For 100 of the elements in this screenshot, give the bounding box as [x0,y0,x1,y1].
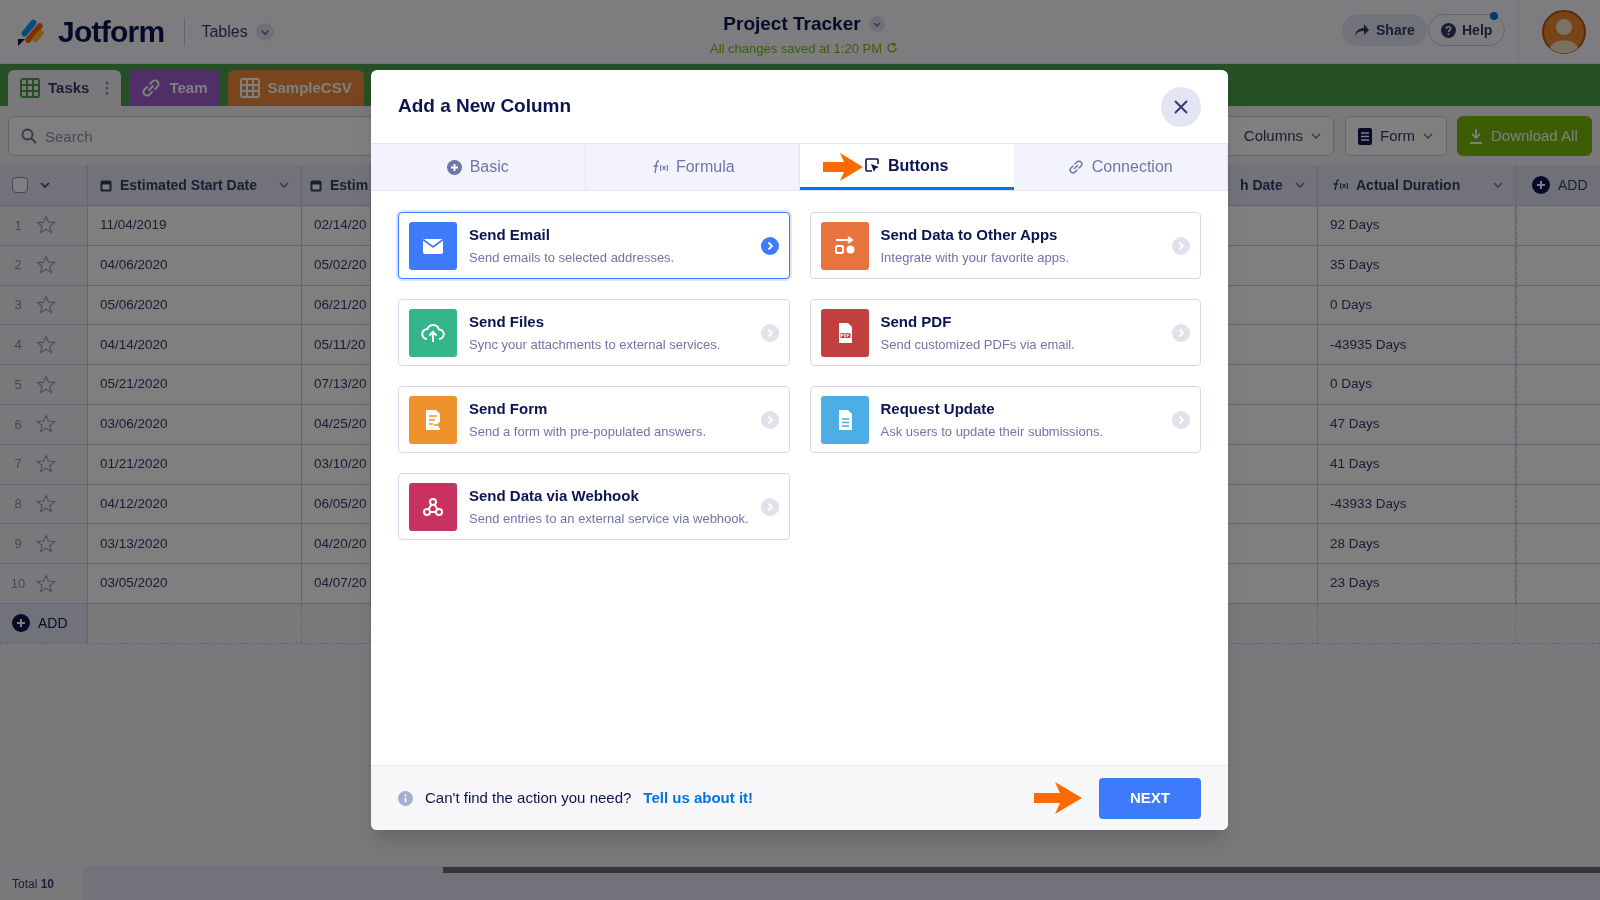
close-icon [1173,98,1189,115]
table-cell-text: 05/06/2020 [100,295,168,314]
table-cell-text: 35 Days [1330,256,1380,275]
star-icon[interactable] [36,334,56,355]
action-title: Send Data via Webhook [469,485,640,506]
action-title: Send Email [469,224,551,245]
action-card[interactable]: Send Email Send emails to selected addresses. [398,212,790,279]
plus-circle-icon [446,159,462,175]
calendar-icon [100,178,112,192]
table-cell-text: 04/06/2020 [100,256,168,275]
table-cell-text: 04/14/2020 [100,335,168,354]
action-card[interactable]: Send Data via Webhook Send entries to an external service via webhook. [398,473,790,540]
table-cell-text: 0 Days [1330,295,1373,314]
product-menu[interactable]: Tables [201,19,274,44]
action-description: Send customized PDFs via email. [880,336,1076,354]
star-icon[interactable] [36,573,56,594]
column-header[interactable]: h Date [1240,174,1287,196]
star-icon[interactable] [36,374,56,395]
table-cell-text: 04/20/20 [314,534,367,553]
action-description: Send a form with pre-populated answers. [469,423,707,441]
star-icon[interactable] [36,414,56,435]
feedback-link[interactable]: Tell us about it! [643,786,754,810]
table-cell-text: 02/14/20 [314,216,367,235]
chevron-right-icon [760,323,779,342]
action-title: Send Files [469,311,546,332]
help-button[interactable]: Help [1428,14,1506,46]
calendar-icon [310,178,322,192]
table-cell-text: 11/04/2019 [100,216,167,235]
sheet-tab[interactable]: Tasks [8,70,122,106]
action-description: Ask users to update their submissions. [880,423,1105,441]
footer-hint: Can't find the action you need? [425,787,632,808]
share-button[interactable]: Share [1342,14,1427,46]
chevron-right-icon [1172,410,1190,429]
star-icon[interactable] [36,533,56,554]
table-cell-text: 07/13/20 [314,375,367,394]
star-icon[interactable] [36,454,56,475]
star-icon[interactable] [36,295,56,315]
project-title[interactable]: Project Tracker [723,10,861,39]
next-button[interactable]: NEXT [1099,777,1201,819]
column-header[interactable]: Actual Duration [1356,174,1485,196]
help-icon [1441,22,1456,38]
table-cell-text: 06/05/20 [314,494,367,513]
scrollbar[interactable] [443,867,1600,873]
table-cell-text: 05/21/2020 [100,375,168,394]
dialog-tab[interactable]: Formula [585,144,800,190]
action-card[interactable]: Send Files Sync your attachments to external services. [398,299,790,366]
callout-arrow-icon [1033,780,1083,816]
table-cell-text: -43935 Days [1330,335,1407,354]
action-description: Send emails to selected addresses. [469,249,676,267]
chevron-right-icon [760,236,779,255]
logo-text: Jotform [58,14,165,50]
table-cell-text: 47 Days [1330,415,1380,434]
action-description: Integrate with your favorite apps. [880,249,1071,267]
total-count: Total 10 [11,876,56,893]
table-cell-text: 0 Days [1330,375,1373,394]
sheet-tab[interactable]: Team [129,70,220,106]
column-header[interactable]: Estim [330,174,369,196]
chevron-down-icon [1493,182,1503,188]
avatar-icon [1542,10,1586,54]
star-icon[interactable] [36,493,56,514]
table-cell-text: 04/07/20 [314,574,367,593]
action-card[interactable]: Send Data to Other Apps Integrate with your favorite apps. [809,212,1201,279]
star-icon[interactable] [36,215,56,236]
action-card[interactable]: Request Update Ask users to update their submissions. [809,386,1201,453]
table-cell-text: 05/02/20 [314,256,367,275]
chevron-right-icon [1172,323,1190,342]
info-icon [398,790,413,806]
table-cell-text: 05/11/20 [314,335,366,354]
dialog-tab[interactable]: Connection [1013,144,1228,190]
share-arrow-icon [1354,23,1370,37]
column-header[interactable]: Estimated Start Date [120,174,271,196]
action-title: Request Update [880,398,996,419]
action-card[interactable]: Send Form Send a form with pre-populated answers. [398,386,790,453]
callout-arrow-icon [822,151,864,183]
table-cell-text: 41 Days [1330,455,1380,474]
chevron-down-icon [255,22,274,41]
add-row-button[interactable]: ADD [0,603,88,643]
download-icon [1469,128,1483,144]
chevron-down-icon [1295,182,1305,188]
star-icon[interactable] [36,255,56,276]
link-icon [1067,159,1084,175]
table-cell-text: 92 Days [1330,216,1380,235]
chevron-right-icon [760,410,779,429]
action-card[interactable]: Send PDF Send customized PDFs via email. [809,299,1201,366]
table-cell-text: 06/21/20 [314,295,367,314]
select-all-checkbox[interactable] [12,177,28,193]
form-icon [1358,127,1372,145]
grid-icon [20,78,40,98]
table-cell-text: 03/13/2020 [100,534,168,553]
dialog-title: Add a New Column [398,94,572,119]
plus-circle-icon [12,614,30,633]
action-title: Send PDF [880,311,953,332]
form-button[interactable]: Form [1345,116,1447,156]
table-cell-text: 28 Days [1330,534,1380,553]
table-cell-text: 23 Days [1330,574,1380,593]
action-title: Send Form [469,398,549,419]
chevron-down-icon [279,182,289,188]
dialog-tab[interactable]: Basic [371,144,586,190]
close-button[interactable] [1161,86,1201,127]
save-status: All changes saved at 1:20 PM [710,39,882,58]
